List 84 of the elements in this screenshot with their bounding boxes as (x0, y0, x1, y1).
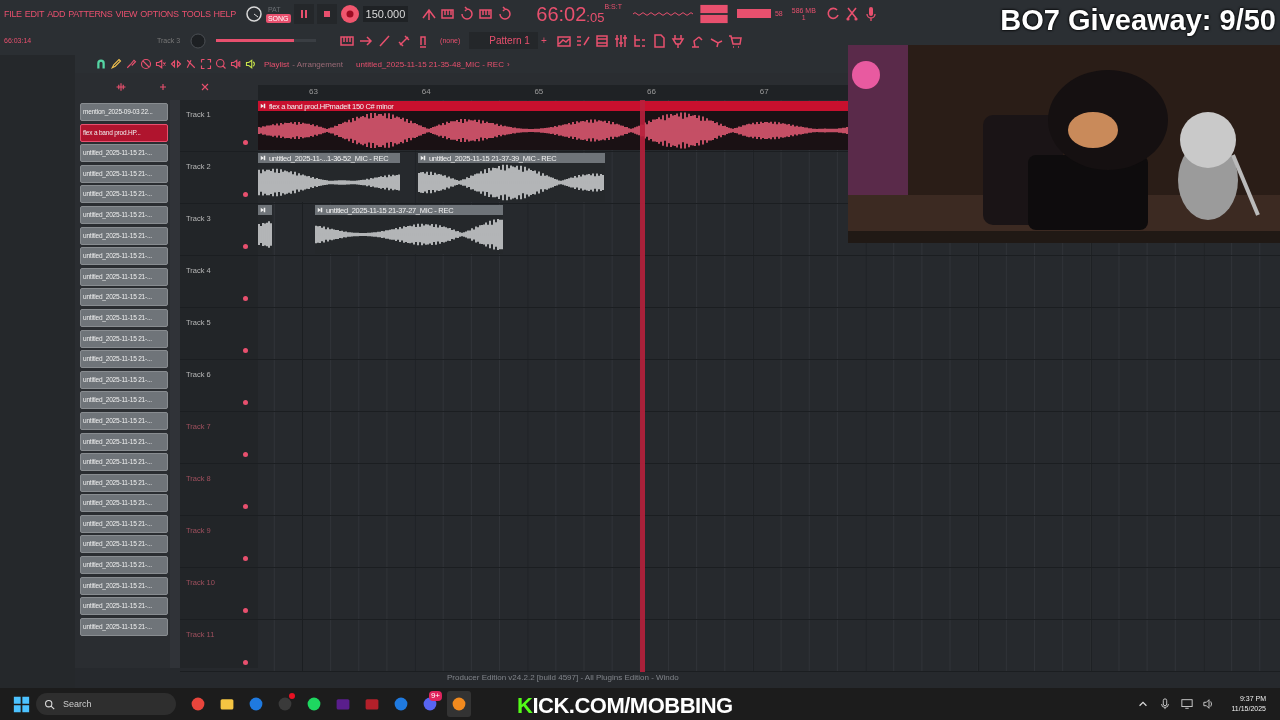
play-icon (260, 155, 266, 161)
play-icon (420, 155, 426, 161)
search-icon (44, 698, 55, 710)
app-icon (393, 696, 409, 712)
zoom-icon[interactable] (215, 58, 227, 70)
track-dot[interactable] (243, 504, 248, 509)
notification-badge: 9+ (428, 691, 442, 701)
pattern-selector[interactable]: Pattern 1 (469, 32, 538, 49)
taskbar-app-button[interactable] (447, 691, 471, 717)
loop-icon[interactable] (497, 5, 514, 22)
clip-header[interactable] (258, 205, 272, 215)
tempo-display[interactable]: 150.000 (362, 5, 409, 22)
view-label: - Arrangement (292, 59, 344, 69)
window-title: Playlist (264, 59, 290, 69)
current-clip-label[interactable]: untitled_2025-11-15 21-35-48_MIC - REC (356, 59, 504, 69)
taskbar-app-button[interactable]: 9+ (418, 691, 442, 717)
play-icon (317, 207, 323, 213)
app-icon (277, 696, 293, 712)
bar-number: 67 (759, 87, 769, 96)
clip-arrow[interactable]: › (507, 59, 510, 69)
nosign-icon[interactable] (140, 58, 152, 70)
pencil-icon[interactable] (110, 58, 122, 70)
song-position: 66:02 (536, 2, 587, 25)
stream-url: KICK.COM/MOBBING (517, 693, 733, 719)
track-dot[interactable] (243, 400, 248, 405)
menu-item[interactable]: PATTERNS (68, 8, 113, 19)
menu-item[interactable]: FILE (4, 8, 22, 19)
app-icon (364, 696, 380, 712)
cart-icon[interactable] (726, 32, 743, 49)
cpu-meter-icon (736, 9, 771, 18)
mixer-icon[interactable] (612, 32, 629, 49)
bar-number: 66 (647, 87, 656, 96)
bar-number: 64 (421, 87, 431, 96)
menu-item[interactable]: HELP (213, 8, 236, 19)
record-button[interactable] (339, 3, 360, 24)
peak-meter-icon (699, 3, 728, 24)
knob-icon[interactable] (244, 4, 263, 23)
speaker-icon[interactable] (245, 58, 257, 70)
play-icon (260, 207, 266, 213)
stop-button[interactable] (316, 3, 337, 24)
menu-item[interactable]: TOOLS (181, 8, 211, 19)
app-icon (219, 696, 235, 712)
track-dot[interactable] (243, 608, 248, 613)
menu-item[interactable]: EDIT (24, 8, 45, 19)
list-icon[interactable] (593, 32, 610, 49)
microphone-icon[interactable] (1159, 698, 1172, 710)
app-icon (306, 696, 322, 712)
play-icon (260, 103, 266, 109)
app-icon (248, 696, 264, 712)
magnet-icon[interactable] (95, 58, 107, 70)
giveaway-title: BO7 Giveaway: 9/50 (1000, 4, 1276, 37)
waveform-icon[interactable] (115, 80, 127, 93)
track-dot[interactable] (243, 192, 248, 197)
menu-item[interactable]: ADD (47, 8, 66, 19)
menu-item[interactable]: OPTIONS (140, 8, 179, 19)
select-icon[interactable] (200, 58, 212, 70)
slip-icon[interactable] (170, 58, 182, 70)
add-pattern-button[interactable]: + (540, 35, 547, 46)
track-dot[interactable] (243, 296, 248, 301)
tree-icon[interactable] (631, 32, 648, 49)
alert-dot (289, 693, 295, 699)
app-icon (451, 696, 467, 712)
track-dot[interactable] (243, 244, 248, 249)
pause-button[interactable] (293, 3, 314, 24)
volume-slider[interactable] (216, 39, 317, 42)
mute-icon[interactable] (155, 58, 167, 70)
monitor-icon[interactable] (1181, 698, 1194, 710)
brush-icon[interactable] (125, 58, 137, 70)
loop-icon[interactable] (459, 5, 476, 22)
app-icon (335, 696, 351, 712)
track-dot[interactable] (243, 348, 248, 353)
song-position-ticks: :05 (586, 9, 605, 25)
app-icon (190, 696, 206, 712)
search-field[interactable]: Search (36, 693, 176, 715)
track-dot[interactable] (243, 556, 248, 561)
track-dot[interactable] (243, 660, 248, 665)
bar-number: 65 (534, 87, 544, 96)
slice-icon[interactable] (185, 58, 197, 70)
start-icon[interactable] (13, 695, 30, 713)
track-dot[interactable] (243, 140, 248, 145)
track-dot[interactable] (243, 452, 248, 457)
plug-icon[interactable] (669, 32, 686, 49)
menu-item[interactable]: VIEW (115, 8, 138, 19)
bar-number: 63 (309, 87, 318, 96)
